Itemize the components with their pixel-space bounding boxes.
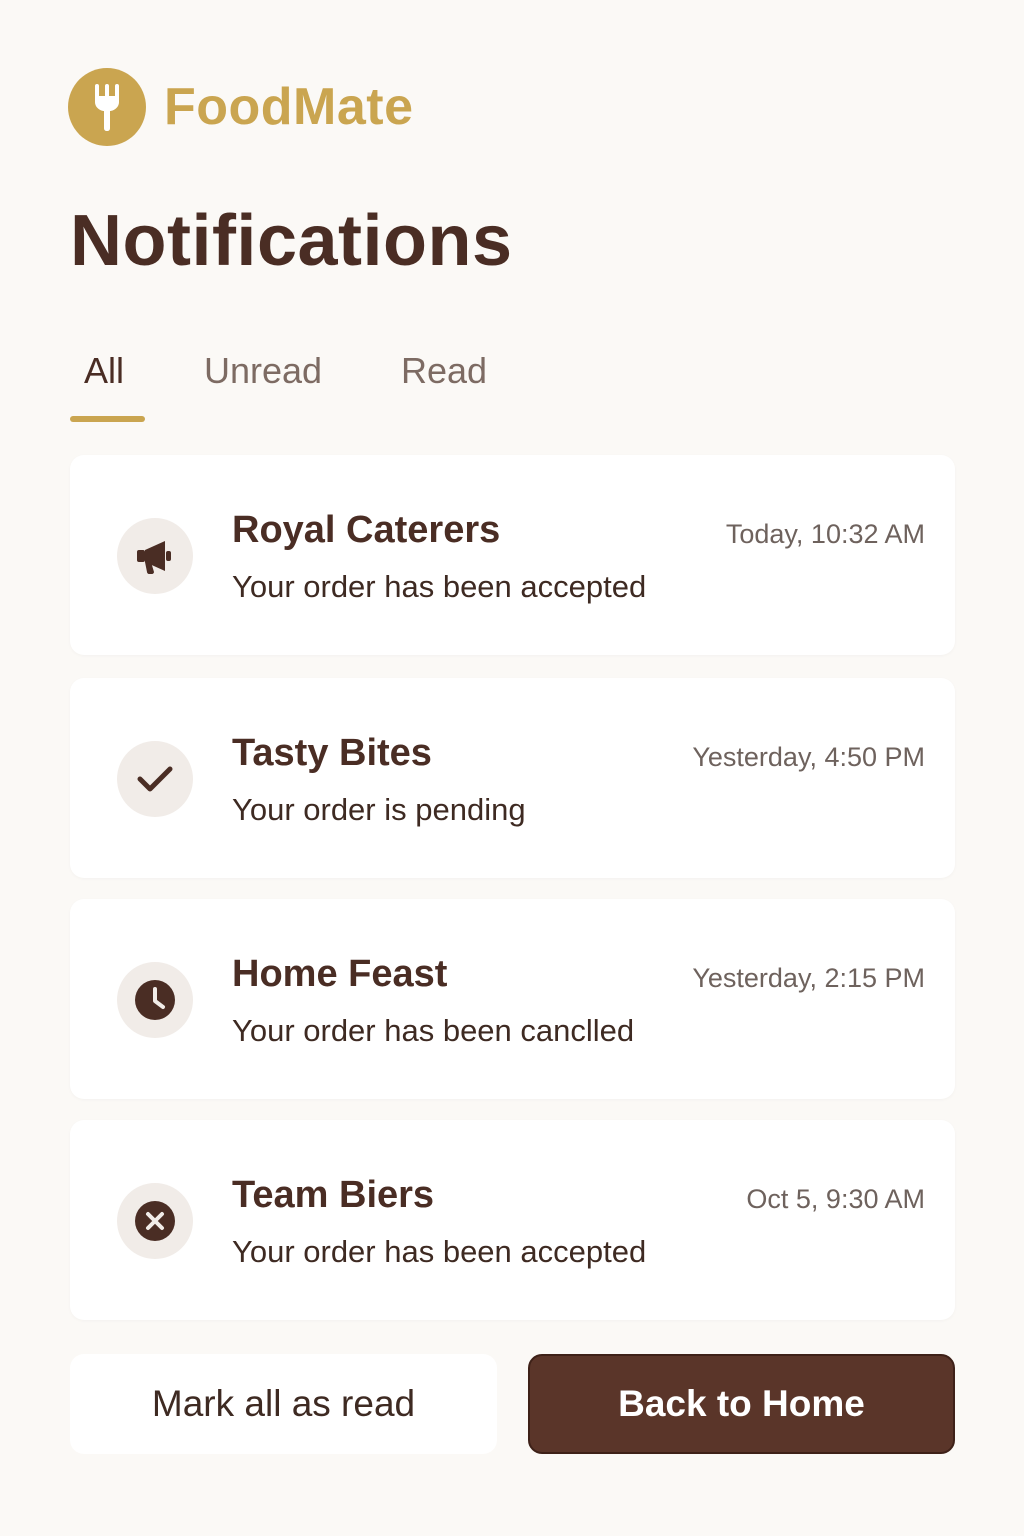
notification-time: Yesterday, 4:50 PM — [692, 742, 925, 772]
clock-icon — [117, 962, 193, 1038]
tab-read[interactable]: Read — [401, 345, 487, 425]
page-title: Notifications — [70, 201, 513, 281]
active-tab-indicator — [70, 416, 145, 422]
notification-card[interactable]: Home Feast Your order has been canclled … — [70, 899, 955, 1099]
notification-card[interactable]: Tasty Bites Your order is pending Yester… — [70, 678, 955, 878]
notification-title: Royal Caterers — [232, 509, 501, 551]
x-circle-icon — [117, 1183, 193, 1259]
notification-message: Your order is pending — [232, 792, 526, 827]
notification-card[interactable]: Royal Caterers Your order has been accep… — [70, 455, 955, 655]
tab-all[interactable]: All — [84, 345, 124, 425]
notification-message: Your order has been canclled — [232, 1013, 635, 1048]
notification-message: Your order has been accepted — [232, 569, 647, 604]
brand-name: FoodMate — [164, 78, 414, 136]
mark-all-read-button[interactable]: Mark all as read — [70, 1354, 497, 1454]
notification-time: Yesterday, 2:15 PM — [692, 963, 925, 993]
notification-card[interactable]: Team Biers Your order has been accepted … — [70, 1120, 955, 1320]
notifications-page: FoodMate Notifications All Unread Read R… — [0, 0, 1024, 1536]
notification-title: Home Feast — [232, 953, 448, 995]
megaphone-icon — [117, 518, 193, 594]
notification-time: Oct 5, 9:30 AM — [746, 1184, 925, 1214]
notification-title: Tasty Bites — [232, 732, 432, 774]
notification-title: Team Biers — [232, 1174, 435, 1216]
fork-icon — [68, 68, 146, 146]
notification-message: Your order has been accepted — [232, 1234, 647, 1269]
brand[interactable]: FoodMate — [68, 68, 414, 146]
tab-unread[interactable]: Unread — [204, 345, 322, 425]
notification-tabs: All Unread Read — [70, 345, 550, 425]
back-to-home-button[interactable]: Back to Home — [528, 1354, 955, 1454]
check-icon — [117, 741, 193, 817]
notification-time: Today, 10:32 AM — [725, 519, 925, 549]
